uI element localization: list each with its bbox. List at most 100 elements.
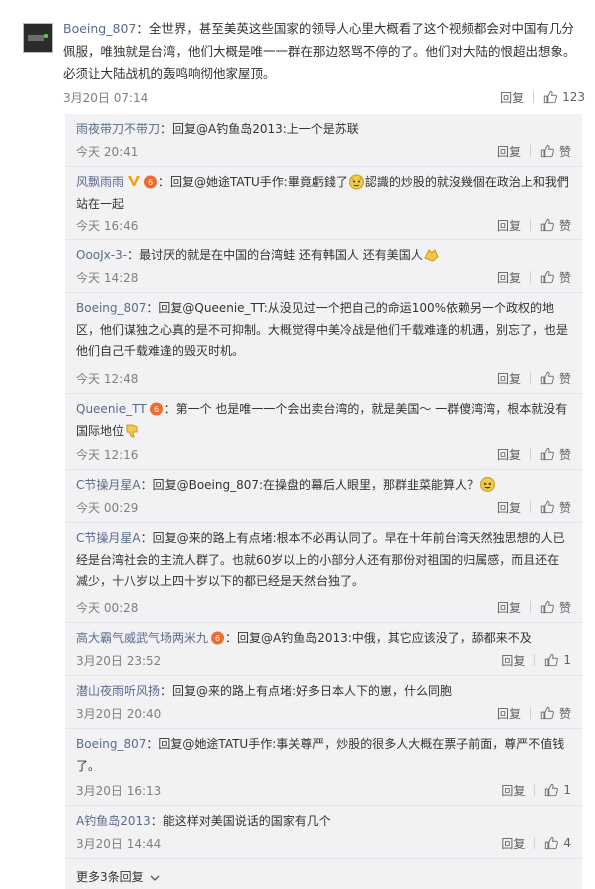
reply-body: ：回复@她途TATU手作:畢竟虧錢了 <box>158 175 348 189</box>
username-link[interactable]: Queenie_TT <box>76 402 147 416</box>
reply-button[interactable]: 回复 <box>497 705 521 722</box>
reply-meta: 3月20日 23:52 回复 1 <box>76 650 571 670</box>
reply-meta: 3月20日 16:13 回复 1 <box>76 780 571 800</box>
username-link[interactable]: 高大霸气威武气场两米九 <box>76 631 208 645</box>
like-button[interactable]: 1 <box>544 653 571 667</box>
member-badge-icon: 6 <box>144 175 158 189</box>
reply-button[interactable]: 回复 <box>497 143 521 160</box>
reply-body: ：最讨厌的就是在中国的台湾蛙 还有韩国人 还有美国人 <box>127 248 423 262</box>
reply-meta: 今天 00:29 回复 赞 <box>76 497 571 517</box>
more-replies-button[interactable]: 更多3条回复 <box>76 867 160 887</box>
thumbs-up-icon <box>540 270 554 284</box>
reply-text: 潜山夜雨听风扬：回复@来的路上有点堵:好多日本人下的崽，什么同胞 <box>76 681 571 703</box>
thumbs-up-icon <box>540 218 554 232</box>
hand-emoji-icon <box>424 249 439 262</box>
username-link[interactable]: A钓鱼岛2013 <box>76 814 151 828</box>
member-badge-icon: 6 <box>149 402 163 416</box>
reply-actions: 回复 赞 <box>497 141 571 161</box>
reply-text: C节操月星A：回复@Boeing_807:在操盘的幕后人眼里，那群韭菜能算人？ <box>76 475 571 497</box>
reply-button[interactable]: 回复 <box>501 652 525 669</box>
like-button[interactable]: 4 <box>544 836 571 850</box>
like-count: 4 <box>563 836 571 850</box>
avatar[interactable] <box>23 23 53 53</box>
like-label: 赞 <box>558 218 571 233</box>
main-comment-text: Boeing_807：全世界，甚至美英这些国家的领导人心里大概看了这个视频都会对… <box>63 18 585 86</box>
thumbs-up-icon <box>540 500 554 514</box>
main-comment-meta: 3月20日 07:14 回复 123 <box>63 87 585 107</box>
reply-time: 3月20日 20:40 <box>76 707 162 721</box>
reply-meta: 今天 20:41 回复 赞 <box>76 141 571 161</box>
reply-actions: 回复 1 <box>501 780 571 800</box>
reply-body: ：能这样对美国说话的国家有几个 <box>150 814 331 828</box>
like-button[interactable]: 1 <box>544 783 571 797</box>
reply-meta: 今天 12:48 回复 赞 <box>76 368 571 388</box>
like-button[interactable]: 赞 <box>540 599 571 616</box>
like-button[interactable]: 123 <box>543 90 585 104</box>
username-link[interactable]: C节操月星A <box>76 531 141 545</box>
like-button[interactable]: 赞 <box>540 269 571 286</box>
like-label: 赞 <box>558 706 571 721</box>
username-link[interactable]: Boeing_807 <box>63 21 136 36</box>
like-count: 1 <box>563 783 571 797</box>
reply-button[interactable]: 回复 <box>501 835 525 852</box>
thumbs-up-icon <box>540 600 554 614</box>
thumbs-up-icon <box>545 836 559 850</box>
like-button[interactable]: 赞 <box>540 217 571 234</box>
reply-item: 雨夜带刀不带刀：回复@A钓鱼岛2013:上一个是苏联 今天 20:41 回复 赞 <box>65 114 582 166</box>
reply-actions: 回复 4 <box>501 833 571 853</box>
username-link[interactable]: Boeing_807 <box>76 737 146 751</box>
action-divider <box>529 271 531 283</box>
reply-text: Boeing_807：回复@Queenie_TT:从没见过一个把自己的命运100… <box>76 298 571 363</box>
cat-face-emoji-icon <box>348 174 364 190</box>
username-link[interactable]: Boeing_807 <box>76 301 146 315</box>
thumbs-up-icon <box>545 653 559 667</box>
reply-button[interactable]: 回复 <box>497 217 521 234</box>
reply-time: 今天 14:28 <box>76 271 139 285</box>
username-link[interactable]: 雨夜带刀不带刀 <box>76 122 160 136</box>
reply-time: 今天 00:29 <box>76 501 139 515</box>
reply-actions: 回复 赞 <box>497 497 571 517</box>
like-label: 赞 <box>558 270 571 285</box>
reply-item: OooJx-3-：最讨厌的就是在中国的台湾蛙 还有韩国人 还有美国人 今天 14… <box>65 240 582 292</box>
vip-v-icon <box>128 176 141 186</box>
member-badge-icon: 6 <box>211 631 225 645</box>
username-link[interactable]: OooJx-3- <box>76 248 127 262</box>
reply-button[interactable]: 回复 <box>501 782 525 799</box>
reply-button[interactable]: 回复 <box>497 370 521 387</box>
reply-item: Boeing_807：回复@她途TATU手作:事关尊严，炒股的很多人大概在票子前… <box>65 729 582 805</box>
svg-text:6: 6 <box>148 178 153 187</box>
reply-actions: 回复 赞 <box>497 444 571 464</box>
like-count: 123 <box>562 90 585 104</box>
reply-meta: 今天 00:28 回复 赞 <box>76 597 571 617</box>
thumbs-up-icon <box>540 447 554 461</box>
reply-button[interactable]: 回复 <box>497 499 521 516</box>
laughing-emoji-icon <box>480 477 496 492</box>
comment-time: 3月20日 07:14 <box>63 91 149 105</box>
like-label: 赞 <box>558 447 571 462</box>
reply-button[interactable]: 回复 <box>497 599 521 616</box>
svg-text:6: 6 <box>215 634 220 643</box>
like-button[interactable]: 赞 <box>540 446 571 463</box>
reply-time: 今天 00:28 <box>76 601 139 615</box>
reply-text: C节操月星A：回复@来的路上有点堵:根本不必再认同了。早在十年前台湾天然独思想的… <box>76 528 571 593</box>
reply-actions: 回复 赞 <box>497 368 571 388</box>
username-link[interactable]: C节操月星A <box>76 478 141 492</box>
like-label: 赞 <box>558 600 571 615</box>
like-button[interactable]: 赞 <box>540 143 571 160</box>
like-button[interactable]: 赞 <box>540 499 571 516</box>
like-label: 赞 <box>558 500 571 515</box>
comment-thread: Boeing_807：全世界，甚至美英这些国家的领导人心里大概看了这个视频都会对… <box>0 0 595 889</box>
reply-button[interactable]: 回复 <box>497 446 521 463</box>
username-link[interactable]: 风飘雨雨 <box>76 175 124 189</box>
reply-meta: 今天 12:16 回复 赞 <box>76 444 571 464</box>
like-button[interactable]: 赞 <box>540 370 571 387</box>
reply-text: Boeing_807：回复@她途TATU手作:事关尊严，炒股的很多人大概在票子前… <box>76 734 571 777</box>
comment-body: ：全世界，甚至美英这些国家的领导人心里大概看了这个视频都会对中国有几分佩服，唯独… <box>63 21 576 81</box>
reply-button[interactable]: 回复 <box>500 89 524 106</box>
reply-time: 3月20日 16:13 <box>76 784 162 798</box>
reply-body: ：回复@来的路上有点堵:根本不必再认同了。早在十年前台湾天然独思想的人已经是台湾… <box>76 531 565 588</box>
like-button[interactable]: 赞 <box>540 705 571 722</box>
reply-button[interactable]: 回复 <box>497 269 521 286</box>
reply-meta: 今天 14:28 回复 赞 <box>76 267 571 287</box>
username-link[interactable]: 潜山夜雨听风扬 <box>76 684 160 698</box>
